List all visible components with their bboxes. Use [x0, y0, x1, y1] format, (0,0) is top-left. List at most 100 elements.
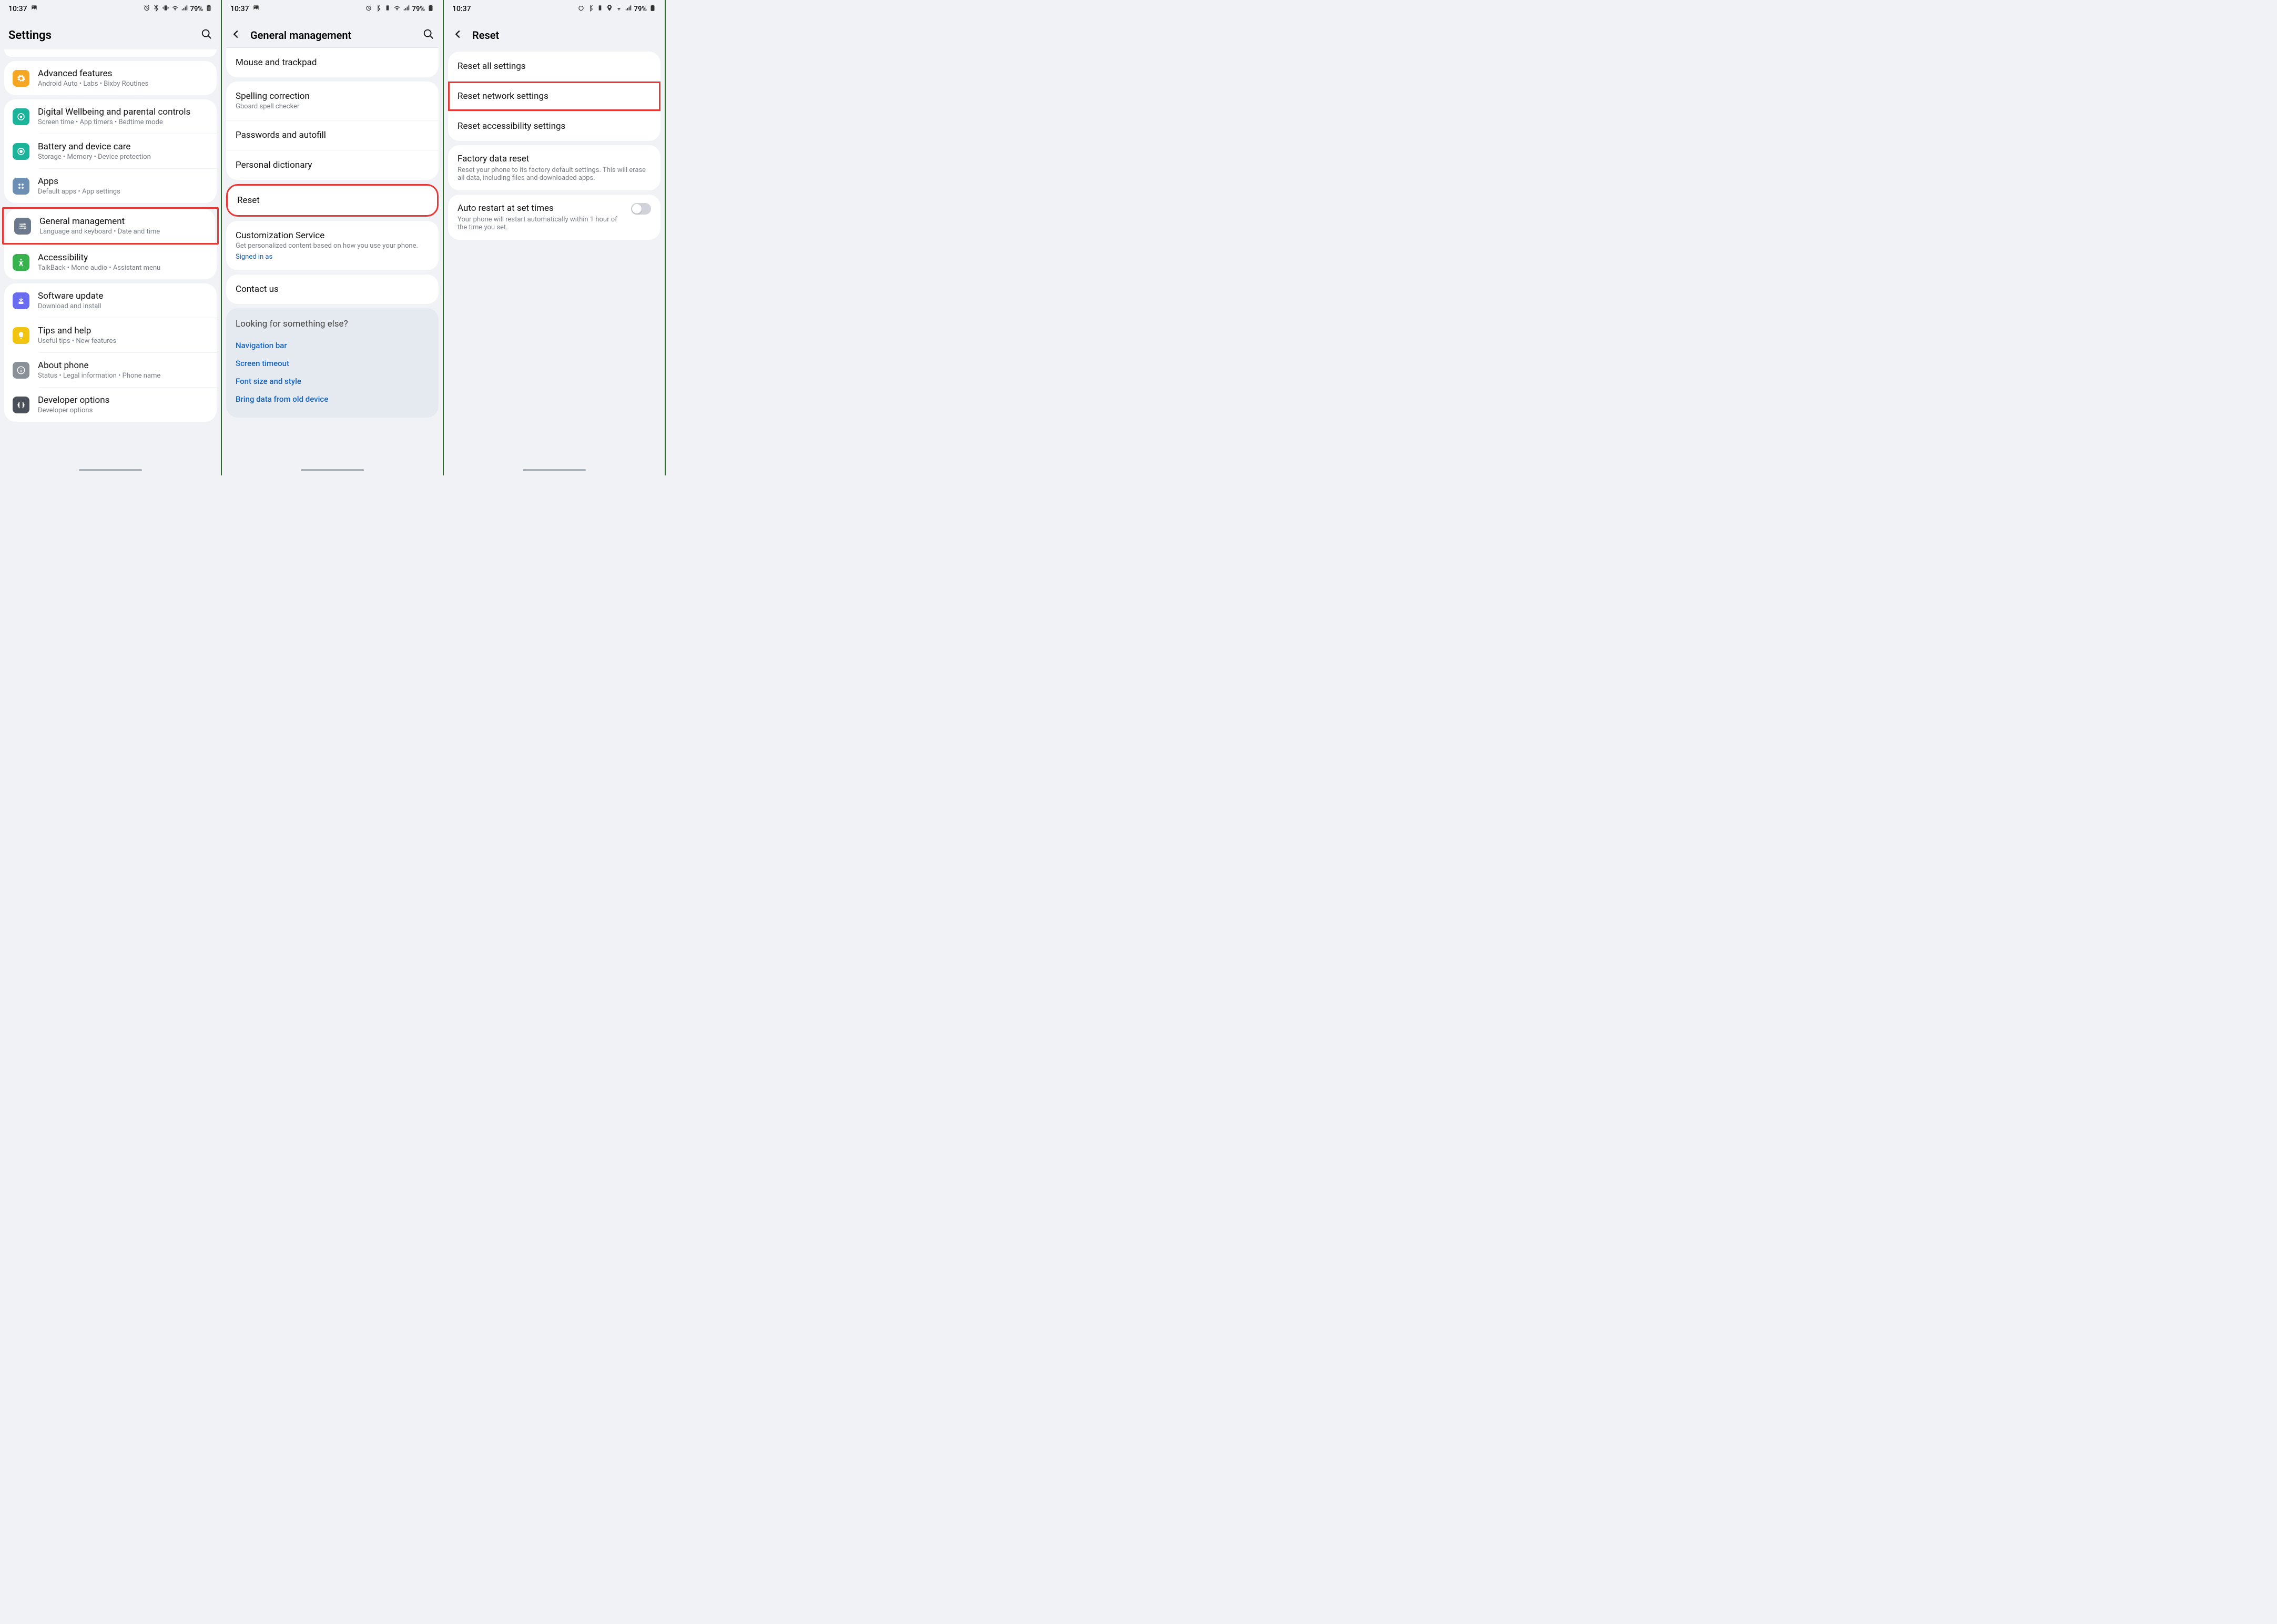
- back-icon[interactable]: [230, 28, 242, 42]
- row-dictionary[interactable]: Personal dictionary: [226, 150, 439, 180]
- row-apps[interactable]: Apps Default apps • App settings: [4, 169, 217, 203]
- group-reset-options: Reset all settings Reset network setting…: [448, 52, 660, 141]
- row-title: Apps: [38, 176, 207, 187]
- group-software: Software update Download and install Tip…: [4, 283, 217, 422]
- row-developer-options[interactable]: Developer options Developer options: [4, 388, 217, 422]
- accessibility-icon: [13, 254, 29, 271]
- battery-percent: 79%: [412, 5, 425, 13]
- screenshot-icon: [31, 4, 38, 14]
- row-title: Passwords and autofill: [236, 130, 429, 140]
- row-mouse-trackpad[interactable]: Mouse and trackpad: [226, 48, 439, 77]
- signal-icon: [625, 4, 632, 14]
- group-advanced: Advanced features Android Auto • Labs • …: [4, 61, 217, 95]
- row-advanced-features[interactable]: Advanced features Android Auto • Labs • …: [4, 61, 217, 95]
- alarm-icon: [577, 4, 585, 14]
- signal-icon: [181, 4, 188, 14]
- settings-screen: 10:37 79% Settings Advanced features And: [0, 0, 222, 475]
- page-title: General management: [250, 29, 414, 42]
- nav-pill[interactable]: [301, 469, 364, 471]
- row-software-update[interactable]: Software update Download and install: [4, 283, 217, 318]
- row-title: Reset accessibility settings: [458, 121, 651, 131]
- row-sub: Useful tips • New features: [38, 337, 207, 345]
- bluetooth-icon: [374, 4, 382, 14]
- row-sub: Developer options: [38, 407, 207, 414]
- row-title: Reset network settings: [458, 91, 651, 102]
- row-reset[interactable]: Reset: [228, 186, 437, 215]
- lookfor-link-nav[interactable]: Navigation bar: [236, 337, 429, 354]
- row-title: Auto restart at set times: [458, 203, 554, 214]
- general-header: General management: [222, 18, 443, 47]
- prev-group-peek: [4, 49, 217, 57]
- row-sub: Reset your phone to its factory default …: [458, 166, 651, 182]
- settings-header: Settings: [0, 18, 221, 47]
- vibrate-icon: [384, 4, 391, 14]
- bluetooth-icon: [153, 4, 160, 14]
- row-title: Reset: [237, 195, 428, 206]
- back-icon[interactable]: [452, 28, 464, 42]
- group-auto-restart[interactable]: Auto restart at set times Your phone wil…: [448, 195, 660, 240]
- lookfor-link-font[interactable]: Font size and style: [236, 372, 429, 390]
- row-sub: Android Auto • Labs • Bixby Routines: [38, 80, 207, 88]
- group-wellbeing: Digital Wellbeing and parental controls …: [4, 99, 217, 203]
- row-sub: Screen time • App timers • Bedtime mode: [38, 118, 207, 126]
- row-contact-us[interactable]: Contact us: [226, 275, 439, 304]
- signal-icon: [403, 4, 410, 14]
- search-icon[interactable]: [201, 28, 212, 42]
- gear-icon: [13, 70, 29, 87]
- auto-restart-toggle[interactable]: [631, 203, 651, 215]
- row-accessibility[interactable]: Accessibility TalkBack • Mono audio • As…: [4, 245, 217, 279]
- row-title: Developer options: [38, 395, 207, 405]
- row-title: Contact us: [236, 284, 429, 295]
- page-title: Settings: [8, 29, 52, 42]
- row-title: Customization Service: [236, 230, 429, 241]
- row-general-management[interactable]: General management Language and keyboard…: [6, 209, 215, 243]
- lookfor-link-bring[interactable]: Bring data from old device: [236, 390, 429, 408]
- alarm-icon: [365, 4, 372, 14]
- row-title: Software update: [38, 291, 207, 301]
- alarm-icon: [143, 4, 150, 14]
- row-reset-all[interactable]: Reset all settings: [448, 52, 660, 81]
- reset-screen: 10:37 79% Reset Reset all settings Reset…: [444, 0, 666, 475]
- row-reset-accessibility[interactable]: Reset accessibility settings: [448, 111, 660, 141]
- general-management-screen: 10:37 79% General management Mouse and t…: [222, 0, 444, 475]
- row-title: Accessibility: [38, 252, 207, 263]
- location-icon: [606, 4, 613, 14]
- bluetooth-icon: [587, 4, 594, 14]
- row-battery-care[interactable]: Battery and device care Storage • Memory…: [4, 134, 217, 168]
- row-reset-network[interactable]: Reset network settings: [448, 81, 660, 111]
- group-customization: Customization Service Get personalized c…: [226, 221, 439, 270]
- group-factory-reset[interactable]: Factory data reset Reset your phone to i…: [448, 145, 660, 190]
- bulb-icon: [13, 327, 29, 344]
- screenshot-icon: [252, 4, 260, 14]
- group-input: Spelling correction Gboard spell checker…: [226, 82, 439, 180]
- row-title: Battery and device care: [38, 141, 207, 152]
- status-bar: 10:37 79%: [0, 0, 221, 18]
- row-spelling[interactable]: Spelling correction Gboard spell checker: [226, 82, 439, 120]
- battery-icon: [427, 4, 434, 14]
- vibrate-icon: [596, 4, 604, 14]
- status-time: 10:37: [452, 5, 471, 13]
- row-customization-service[interactable]: Customization Service Get personalized c…: [226, 221, 439, 270]
- row-sub: Storage • Memory • Device protection: [38, 153, 207, 161]
- row-sub: TalkBack • Mono audio • Assistant menu: [38, 264, 207, 272]
- apps-icon: [13, 178, 29, 195]
- page-title: Reset: [472, 29, 656, 42]
- wifi-icon: [393, 4, 401, 14]
- row-sub: Gboard spell checker: [236, 103, 429, 110]
- status-bar: 10:37 79%: [444, 0, 665, 18]
- nav-pill[interactable]: [79, 469, 142, 471]
- row-tips-help[interactable]: Tips and help Useful tips • New features: [4, 318, 217, 352]
- nav-pill[interactable]: [523, 469, 586, 471]
- lookfor-link-timeout[interactable]: Screen timeout: [236, 354, 429, 372]
- row-passwords[interactable]: Passwords and autofill: [226, 120, 439, 150]
- group-general-cont: Accessibility TalkBack • Mono audio • As…: [4, 245, 217, 279]
- row-digital-wellbeing[interactable]: Digital Wellbeing and parental controls …: [4, 99, 217, 134]
- group-mouse: Mouse and trackpad: [226, 48, 439, 77]
- status-time: 10:37: [8, 5, 27, 13]
- search-icon[interactable]: [423, 28, 434, 42]
- battery-percent: 79%: [634, 5, 647, 13]
- row-sub: Language and keyboard • Date and time: [39, 228, 206, 236]
- row-about-phone[interactable]: About phone Status • Legal information •…: [4, 353, 217, 387]
- row-title: Personal dictionary: [236, 160, 429, 170]
- signin-link[interactable]: Signed in as: [236, 253, 429, 261]
